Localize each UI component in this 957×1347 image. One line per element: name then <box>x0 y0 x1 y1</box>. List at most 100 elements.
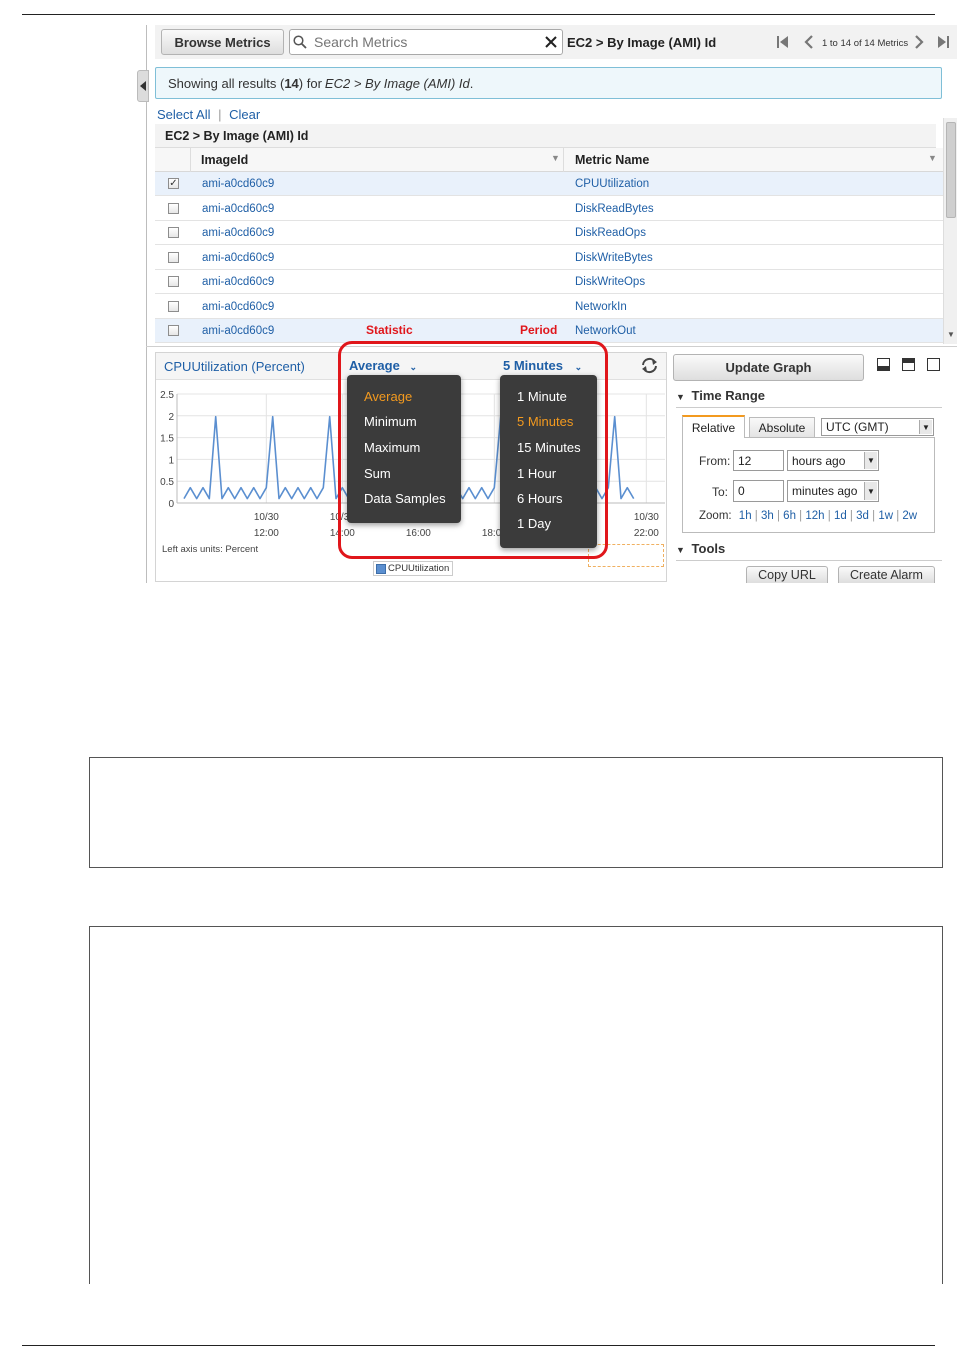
first-page-icon[interactable] <box>776 35 790 54</box>
y-tick-label: 2.5 <box>160 390 174 401</box>
last-page-icon[interactable] <box>936 35 950 54</box>
statistic-option-data-samples[interactable]: Data Samples <box>364 491 446 506</box>
scrollbar-thumb[interactable] <box>946 122 956 218</box>
row-metric-name[interactable]: NetworkIn <box>575 301 627 313</box>
row-metric-name[interactable]: DiskWriteBytes <box>575 252 653 264</box>
table-row[interactable]: ami-a0cd60c9 DiskWriteBytes <box>155 246 943 270</box>
row-metric-name[interactable]: DiskReadBytes <box>575 203 654 215</box>
table-row[interactable]: ami-a0cd60c9 DiskReadBytes <box>155 197 943 221</box>
row-checkbox[interactable] <box>168 325 179 336</box>
metric-sort-icon[interactable]: ▼ <box>928 153 937 163</box>
zoom-2w-link[interactable]: 2w <box>902 510 917 522</box>
period-option-15-minutes[interactable]: 15 Minutes <box>517 440 581 455</box>
row-checkbox[interactable] <box>168 252 179 263</box>
zoom-controls: Zoom: 1h | 3h | 6h | 12h | 1d | 3d | 1w … <box>699 510 918 522</box>
period-option-1-minute[interactable]: 1 Minute <box>517 389 567 404</box>
scroll-down-icon[interactable]: ▼ <box>947 330 955 339</box>
row-checkbox[interactable] <box>168 301 179 312</box>
layout-icon-full[interactable] <box>927 358 940 371</box>
period-option-1-hour[interactable]: 1 Hour <box>517 466 556 481</box>
timezone-select[interactable]: UTC (GMT) ▼ <box>821 418 934 436</box>
row-image-id[interactable]: ami-a0cd60c9 <box>202 203 274 215</box>
zoom-1d-link[interactable]: 1d <box>834 510 847 522</box>
from-value-input[interactable]: 12 <box>733 450 784 471</box>
to-unit-select[interactable]: minutes ago ▼ <box>787 480 879 502</box>
table-column-headers: ImageId ▼ Metric Name ▼ <box>155 148 943 172</box>
to-label: To: <box>712 485 729 499</box>
row-checkbox[interactable] <box>168 276 179 287</box>
row-metric-name[interactable]: CPUUtilization <box>575 178 649 190</box>
next-page-icon[interactable] <box>914 35 924 54</box>
chart-legend[interactable]: CPUUtilization <box>373 561 454 576</box>
table-row[interactable]: ami-a0cd60c9 DiskReadOps <box>155 221 943 245</box>
from-label: From: <box>699 454 731 468</box>
copy-url-button[interactable]: Copy URL <box>746 566 828 583</box>
row-image-id[interactable]: ami-a0cd60c9 <box>202 178 274 190</box>
row-image-id[interactable]: ami-a0cd60c9 <box>202 301 274 313</box>
update-graph-button[interactable]: Update Graph <box>673 354 864 381</box>
layout-icon-bottom[interactable] <box>877 358 890 371</box>
chevron-down-icon: ▼ <box>919 420 932 434</box>
select-all-link[interactable]: Select All <box>157 107 210 122</box>
toolbar-breadcrumb: EC2 > By Image (AMI) Id <box>567 35 717 50</box>
collapse-sidebar-handle[interactable] <box>137 70 149 102</box>
imageid-sort-icon[interactable]: ▼ <box>551 153 560 163</box>
expand-triangle-icon: ▼ <box>676 545 685 555</box>
y-tick-label: 0 <box>168 499 174 510</box>
table-scrollbar[interactable]: ▼ <box>943 118 957 344</box>
clear-search-icon[interactable] <box>540 36 562 48</box>
create-alarm-label: Create Alarm <box>850 568 923 582</box>
results-count: 14 <box>284 75 299 91</box>
table-row[interactable]: ami-a0cd60c9 NetworkIn <box>155 295 943 319</box>
zoom-3d-link[interactable]: 3d <box>856 510 869 522</box>
row-image-id[interactable]: ami-a0cd60c9 <box>202 276 274 288</box>
table-group-header: EC2 > By Image (AMI) Id <box>155 124 936 148</box>
search-field[interactable] <box>289 29 563 55</box>
statistic-option-minimum[interactable]: Minimum <box>364 414 417 429</box>
browse-metrics-button[interactable]: Browse Metrics <box>161 29 284 55</box>
period-option-5-minutes[interactable]: 5 Minutes <box>517 414 573 429</box>
row-image-id[interactable]: ami-a0cd60c9 <box>202 252 274 264</box>
column-divider <box>563 148 564 172</box>
from-unit-select[interactable]: hours ago ▼ <box>787 450 879 471</box>
selection-separator: | <box>218 107 222 122</box>
period-option-1-day[interactable]: 1 Day <box>517 516 551 531</box>
to-value: 0 <box>738 484 745 498</box>
statistic-option-average[interactable]: Average <box>364 389 412 404</box>
create-alarm-button[interactable]: Create Alarm <box>838 566 935 583</box>
row-image-id[interactable]: ami-a0cd60c9 <box>202 325 274 337</box>
refresh-icon[interactable] <box>640 357 659 379</box>
zoom-1w-link[interactable]: 1w <box>878 510 893 522</box>
to-unit-value: minutes ago <box>792 484 858 498</box>
to-value-input[interactable]: 0 <box>733 480 784 502</box>
row-image-id[interactable]: ami-a0cd60c9 <box>202 227 274 239</box>
period-option-6-hours[interactable]: 6 Hours <box>517 491 563 506</box>
row-checkbox[interactable] <box>168 227 179 238</box>
table-row[interactable]: ✓ ami-a0cd60c9 CPUUtilization <box>155 172 943 196</box>
row-metric-name[interactable]: DiskReadOps <box>575 227 646 239</box>
zoom-6h-link[interactable]: 6h <box>783 510 796 522</box>
tab-absolute[interactable]: Absolute <box>749 417 815 437</box>
collapse-arrow-icon <box>140 81 146 91</box>
zoom-12h-link[interactable]: 12h <box>805 510 824 522</box>
row-metric-name[interactable]: NetworkOut <box>575 325 636 337</box>
time-range-header[interactable]: ▼ Time Range <box>676 388 942 408</box>
zoom-3h-link[interactable]: 3h <box>761 510 774 522</box>
statistic-option-sum[interactable]: Sum <box>364 466 391 481</box>
metric-column-header[interactable]: Metric Name <box>575 153 649 167</box>
row-metric-name[interactable]: DiskWriteOps <box>575 276 645 288</box>
imageid-column-header[interactable]: ImageId <box>201 153 248 167</box>
statistic-option-maximum[interactable]: Maximum <box>364 440 420 455</box>
tab-relative[interactable]: Relative <box>682 415 745 438</box>
zoom-1h-link[interactable]: 1h <box>739 510 752 522</box>
clear-link[interactable]: Clear <box>229 107 260 122</box>
layout-icon-top[interactable] <box>902 358 915 371</box>
previous-page-icon[interactable] <box>804 35 814 54</box>
time-range-label: Time Range <box>691 388 765 403</box>
row-checkbox[interactable]: ✓ <box>168 178 179 189</box>
row-checkbox[interactable] <box>168 203 179 214</box>
tools-header[interactable]: ▼ Tools <box>676 541 942 561</box>
y-tick-label: 0.5 <box>160 477 174 488</box>
table-row[interactable]: ami-a0cd60c9 DiskWriteOps <box>155 270 943 294</box>
search-input[interactable] <box>310 31 540 53</box>
